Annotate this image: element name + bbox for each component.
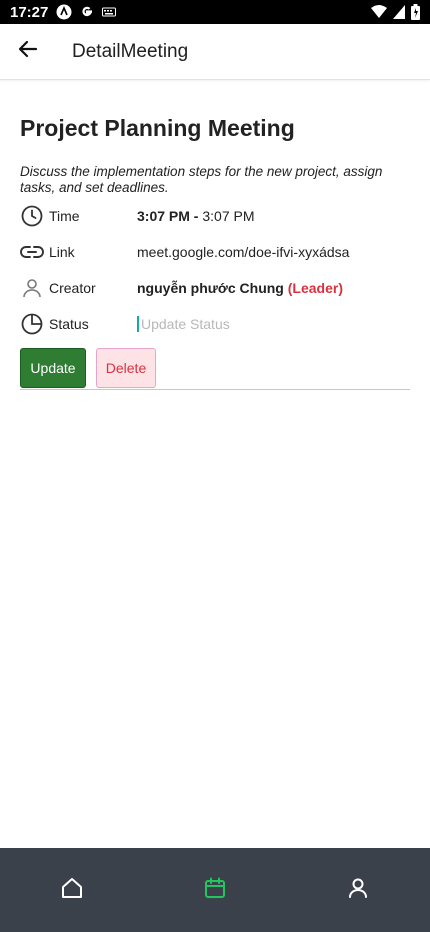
android-icon (56, 4, 72, 20)
creator-name: nguyễn phước Chung (137, 280, 284, 296)
creator-label: Creator (49, 280, 96, 296)
nav-calendar[interactable] (185, 860, 245, 920)
nav-home[interactable] (42, 860, 102, 920)
pie-chart-icon (20, 312, 44, 336)
page-title: DetailMeeting (72, 40, 189, 62)
update-button[interactable]: Update (20, 348, 86, 388)
divider (20, 389, 410, 390)
link-row: Link meet.google.com/doe-ifvi-xyxádsa (20, 234, 410, 270)
signal-icon (393, 5, 405, 19)
creator-row: Creator nguyễn phước Chung (Leader) (20, 270, 410, 306)
user-icon (346, 876, 370, 905)
time-end: 3:07 PM (198, 208, 255, 224)
google-g-icon (80, 5, 94, 19)
bottom-nav (0, 848, 430, 932)
status-bar: 17:27 (0, 0, 430, 24)
creator-role: (Leader) (287, 280, 343, 296)
meeting-link[interactable]: meet.google.com/doe-ifvi-xyxádsa (137, 244, 349, 260)
person-icon (20, 276, 44, 300)
link-label: Link (49, 244, 75, 260)
status-row: Status (20, 306, 410, 342)
back-button[interactable] (0, 24, 56, 80)
status-input[interactable] (137, 316, 341, 332)
arrow-left-icon (18, 39, 38, 64)
meeting-detail: Project Planning Meeting Discuss the imp… (20, 112, 410, 390)
action-buttons: Update Delete (20, 348, 410, 388)
link-icon (20, 240, 44, 264)
clock-icon (20, 204, 44, 228)
calendar-icon (203, 876, 227, 905)
status-label: Status (49, 316, 89, 332)
time-start: 3:07 PM - (137, 208, 199, 224)
delete-button[interactable]: Delete (96, 348, 156, 388)
app-bar: DetailMeeting (0, 24, 430, 80)
keyboard-icon (102, 7, 117, 17)
meeting-title: Project Planning Meeting (20, 115, 295, 141)
time-row: Time 3:07 PM - 3:07 PM (20, 198, 410, 234)
home-icon (60, 876, 84, 905)
wifi-icon (371, 5, 387, 19)
nav-profile[interactable] (328, 860, 388, 920)
meeting-description: Discuss the implementation steps for the… (20, 164, 383, 195)
battery-icon (411, 4, 420, 20)
status-time: 17:27 (10, 3, 49, 21)
time-label: Time (49, 208, 80, 224)
